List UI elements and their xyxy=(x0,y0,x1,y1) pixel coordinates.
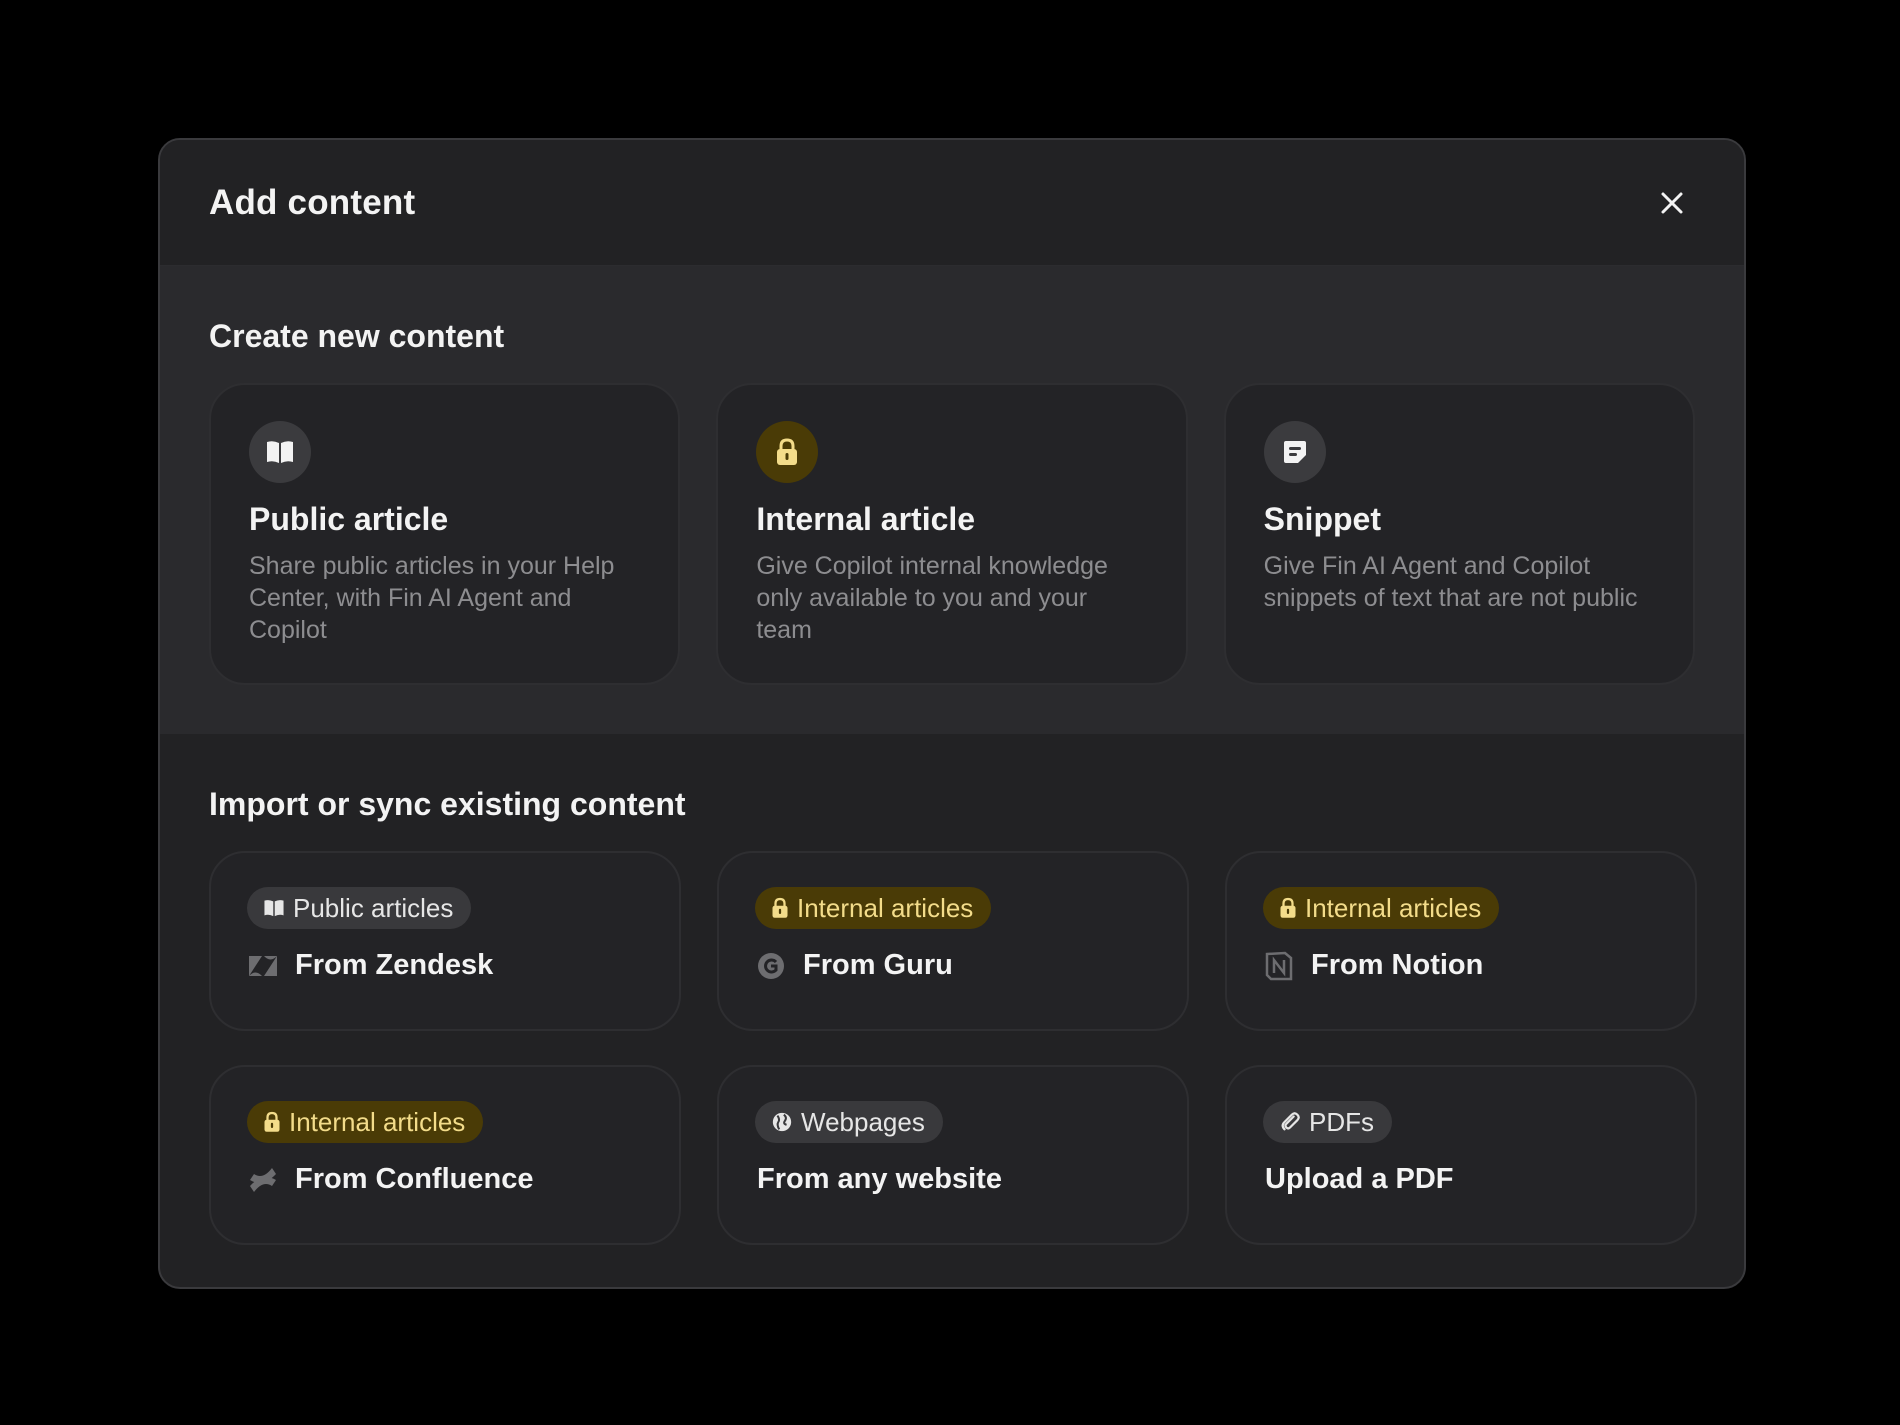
internal-articles-badge: Internal articles xyxy=(755,887,992,929)
import-notion-label: From Notion xyxy=(1311,949,1484,981)
import-guru-card[interactable]: Internal articles From Guru xyxy=(717,851,1189,1031)
import-source-row: From Guru xyxy=(755,949,1151,982)
paperclip-icon xyxy=(1281,1112,1300,1131)
import-zendesk-card[interactable]: Public articles From Zendesk xyxy=(209,851,681,1031)
lock-icon xyxy=(777,438,798,465)
import-source-row: From any website xyxy=(755,1163,1151,1196)
create-section-title: Create new content xyxy=(209,318,505,354)
import-website-label: From any website xyxy=(757,1163,1002,1195)
badge-label: PDFs xyxy=(1309,1106,1374,1137)
badge-label: Internal articles xyxy=(289,1106,466,1137)
notion-icon xyxy=(1263,950,1295,982)
internal-articles-badge: Internal articles xyxy=(247,1101,484,1143)
create-new-content-section: Create new content Public article Share … xyxy=(160,266,1744,734)
pdfs-badge: PDFs xyxy=(1263,1101,1392,1143)
import-sync-section: Import or sync existing content Public a… xyxy=(160,734,1744,1245)
webpages-badge: Webpages xyxy=(755,1101,943,1143)
zendesk-icon xyxy=(247,950,279,982)
import-source-row: From Confluence xyxy=(247,1163,643,1196)
snippet-description: Give Fin AI Agent and Copilot snippets o… xyxy=(1263,552,1638,612)
internal-article-title: Internal article xyxy=(756,501,976,537)
snippet-title: Snippet xyxy=(1263,501,1381,537)
close-button[interactable] xyxy=(1648,179,1696,227)
import-source-row: Upload a PDF xyxy=(1263,1163,1659,1196)
badge-label: Internal articles xyxy=(1305,892,1482,923)
internal-article-icon-circle xyxy=(756,421,819,483)
badge-label: Public articles xyxy=(293,892,454,923)
lock-icon xyxy=(1280,897,1296,918)
public-article-title: Public article xyxy=(249,501,449,537)
snippet-icon xyxy=(1283,441,1306,463)
lock-icon xyxy=(264,1111,280,1132)
book-icon xyxy=(267,441,293,463)
modal-title: Add content xyxy=(209,182,416,222)
import-zendesk-label: From Zendesk xyxy=(295,949,494,981)
globe-icon xyxy=(772,1112,792,1132)
import-notion-card[interactable]: Internal articles From Notion xyxy=(1225,851,1697,1031)
snippet-icon-circle xyxy=(1263,421,1326,483)
close-icon xyxy=(1661,192,1683,213)
add-content-modal: Add content Create new content Public ar… xyxy=(158,138,1746,1289)
badge-label: Webpages xyxy=(801,1106,925,1137)
book-icon xyxy=(264,900,284,917)
public-articles-badge: Public articles xyxy=(247,887,472,929)
snippet-card[interactable]: Snippet Give Fin AI Agent and Copilot sn… xyxy=(1223,383,1695,685)
import-source-row: From Zendesk xyxy=(247,949,643,982)
lock-icon xyxy=(772,897,788,918)
import-card-grid: Public articles From Zendesk Internal ar… xyxy=(209,851,1697,1245)
internal-article-card[interactable]: Internal article Give Copilot internal k… xyxy=(716,383,1188,685)
badge-label: Internal articles xyxy=(797,892,974,923)
import-website-card[interactable]: Webpages From any website xyxy=(717,1065,1189,1245)
confluence-icon xyxy=(247,1164,279,1196)
create-card-grid: Public article Share public articles in … xyxy=(209,383,1695,685)
public-article-description: Share public articles in your Help Cente… xyxy=(249,552,615,644)
public-article-icon-circle xyxy=(249,421,311,483)
modal-header: Add content xyxy=(160,140,1744,266)
import-confluence-label: From Confluence xyxy=(295,1163,534,1195)
internal-articles-badge: Internal articles xyxy=(1263,887,1500,929)
guru-icon xyxy=(755,950,787,982)
upload-pdf-card[interactable]: PDFs Upload a PDF xyxy=(1225,1065,1697,1245)
import-section-title: Import or sync existing content xyxy=(209,786,686,822)
import-source-row: From Notion xyxy=(1263,949,1659,982)
public-article-card[interactable]: Public article Share public articles in … xyxy=(209,383,681,685)
import-confluence-card[interactable]: Internal articles From Confluence xyxy=(209,1065,681,1245)
import-guru-label: From Guru xyxy=(803,949,953,981)
upload-pdf-label: Upload a PDF xyxy=(1265,1163,1454,1195)
internal-article-description: Give Copilot internal knowledge only ava… xyxy=(756,552,1108,644)
